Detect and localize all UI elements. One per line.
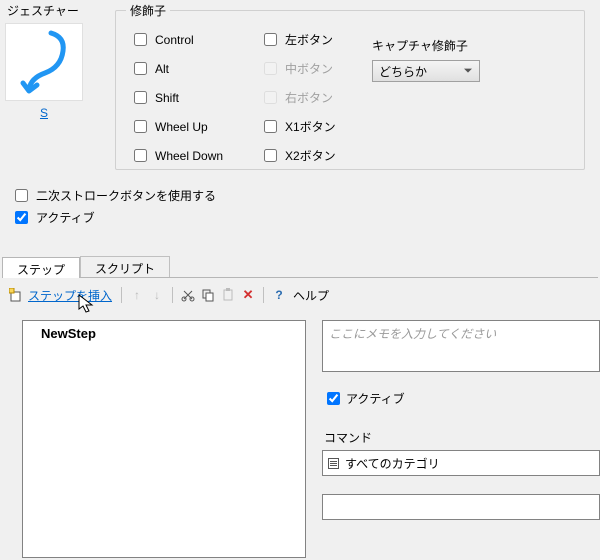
- mod-alt[interactable]: Alt: [134, 54, 264, 83]
- command-select[interactable]: すべてのカテゴリ: [322, 450, 600, 476]
- mod-wheelup[interactable]: Wheel Up: [134, 112, 264, 141]
- toolbar-sep: [263, 287, 264, 303]
- tab-step[interactable]: ステップ: [2, 257, 80, 278]
- category-icon: [328, 458, 339, 469]
- mod-leftbtn[interactable]: 左ボタン: [264, 25, 364, 54]
- new-step-icon[interactable]: [8, 287, 24, 303]
- capture-modifier-select[interactable]: どちらか: [372, 60, 480, 82]
- mod-wheeldown[interactable]: Wheel Down: [134, 141, 264, 170]
- mod-x1btn[interactable]: X1ボタン: [264, 112, 364, 141]
- delete-icon[interactable]: ✕: [240, 287, 256, 303]
- capture-modifier-label: キャプチャ修飾子: [372, 37, 566, 54]
- mod-rightbtn: 右ボタン: [264, 83, 364, 112]
- mod-shift[interactable]: Shift: [134, 83, 264, 112]
- mod-control[interactable]: Control: [134, 25, 264, 54]
- gesture-letter[interactable]: S: [5, 106, 83, 120]
- help-icon[interactable]: ?: [271, 287, 287, 303]
- step-item[interactable]: NewStep: [23, 321, 305, 346]
- command-label: コマンド: [324, 429, 600, 446]
- mod-x2btn[interactable]: X2ボタン: [264, 141, 364, 170]
- step-list[interactable]: NewStep: [22, 320, 306, 558]
- tab-script[interactable]: スクリプト: [80, 256, 170, 277]
- toolbar-sep: [172, 287, 173, 303]
- insert-step-link[interactable]: ステップを挿入: [28, 287, 112, 304]
- gesture-active-check[interactable]: アクティブ: [15, 206, 216, 228]
- copy-icon[interactable]: [200, 287, 216, 303]
- use-secondary-stroke-check[interactable]: 二次ストロークボタンを使用する: [15, 184, 216, 206]
- step-toolbar: ステップを挿入 ↑ ↓ ✕ ? ヘルプ: [2, 282, 598, 308]
- memo-input[interactable]: ここにメモを入力してください: [322, 320, 600, 372]
- toolbar-sep: [121, 287, 122, 303]
- move-up-icon: ↑: [129, 287, 145, 303]
- gesture-label: ジェスチャー: [7, 2, 83, 19]
- gesture-preview[interactable]: [5, 23, 83, 101]
- command-value-box[interactable]: [322, 494, 600, 520]
- help-label[interactable]: ヘルプ: [293, 287, 329, 304]
- paste-icon: [220, 287, 236, 303]
- move-down-icon: ↓: [149, 287, 165, 303]
- mod-midbtn: 中ボタン: [264, 54, 364, 83]
- tab-bar: ステップ スクリプト: [2, 256, 598, 278]
- modifier-legend: 修飾子: [126, 2, 170, 19]
- step-active-check[interactable]: アクティブ: [327, 390, 600, 407]
- cut-icon[interactable]: [180, 287, 196, 303]
- modifier-group: 修飾子 Control Alt Shift Wheel Up Wheel Dow…: [115, 2, 585, 170]
